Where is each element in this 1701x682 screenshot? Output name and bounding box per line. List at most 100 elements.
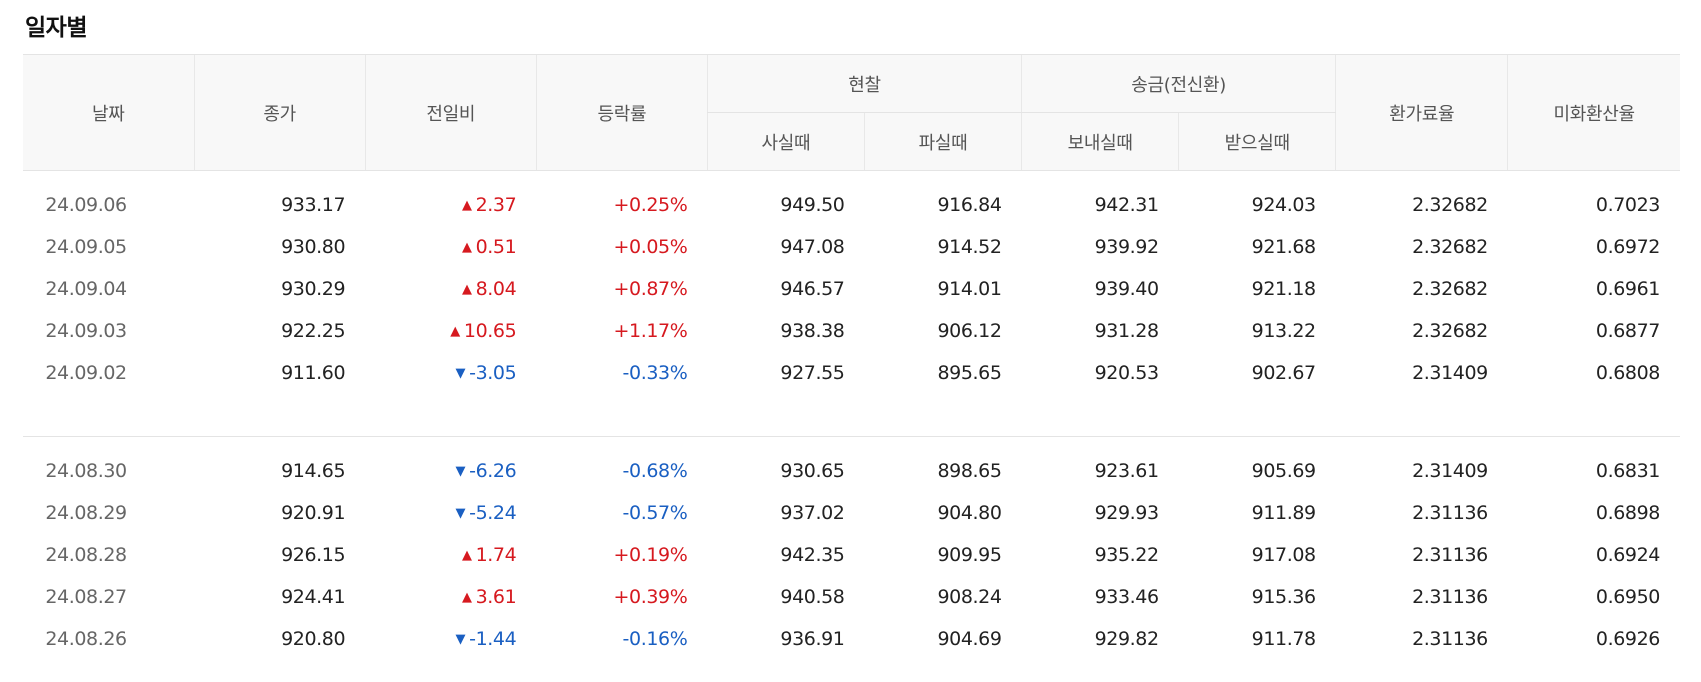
cell-cash-buy: 947.08 <box>780 236 845 258</box>
table-row: 24.09.04 930.29 ▲ 8.04 +0.87% 946.57 914.01 939… <box>23 268 1680 310</box>
group-spacer <box>23 171 1680 185</box>
cell-close: 914.65 <box>281 460 346 482</box>
cell-cash-sell: 904.69 <box>937 628 1002 650</box>
triangle-up-icon: ▲ <box>450 324 460 339</box>
cell-change: ▲ 10.65 <box>365 310 536 352</box>
cell-change: ▼ -1.44 <box>365 618 536 660</box>
cell-cash-sell: 908.24 <box>937 586 1002 608</box>
cell-date: 24.08.30 <box>45 460 127 482</box>
triangle-up-icon: ▲ <box>461 282 472 297</box>
cell-cash-buy: 936.91 <box>780 628 845 650</box>
cell-fee-rate: 2.31136 <box>1412 502 1488 524</box>
cell-cash-sell: 904.80 <box>937 502 1002 524</box>
cell-usd-rate: 0.7023 <box>1595 194 1660 216</box>
cell-wire-recv: 924.03 <box>1251 194 1316 216</box>
cell-cash-buy: 930.65 <box>780 460 845 482</box>
group-gap <box>23 394 1680 415</box>
header-cash: 현찰 <box>706 54 1022 113</box>
table-row: 24.09.03 922.25 ▲ 10.65 +1.17% 938.38 906.12 93… <box>23 310 1680 352</box>
cell-fee-rate: 2.31409 <box>1412 362 1488 384</box>
cell-date: 24.09.06 <box>45 194 127 216</box>
cell-change: ▲ 8.04 <box>365 268 536 310</box>
cell-change: ▼ -3.05 <box>365 352 536 394</box>
table-row: 24.08.29 920.91 ▼ -5.24 -0.57% 937.02 904.80 92… <box>23 492 1680 534</box>
cell-usd-rate: 0.6898 <box>1595 502 1660 524</box>
header-cash-buy: 사실때 <box>706 112 865 171</box>
cell-wire-recv: 902.67 <box>1251 362 1316 384</box>
cell-wire-send: 942.31 <box>1094 194 1159 216</box>
change-value: 10.65 <box>463 320 517 342</box>
cell-wire-send: 935.22 <box>1094 544 1159 566</box>
table-row: 24.08.27 924.41 ▲ 3.61 +0.39% 940.58 908.24 933… <box>23 576 1680 618</box>
cell-close: 926.15 <box>281 544 346 566</box>
cell-change: ▼ -6.26 <box>365 450 536 492</box>
cell-date: 24.09.02 <box>45 362 127 384</box>
cell-close: 933.17 <box>281 194 346 216</box>
cell-pct: -0.16% <box>622 628 688 650</box>
triangle-up-icon: ▲ <box>461 590 472 605</box>
cell-wire-recv: 921.68 <box>1251 236 1316 258</box>
cell-date: 24.08.28 <box>45 544 127 566</box>
table-row: 24.08.26 920.80 ▼ -1.44 -0.16% 936.91 904.69 92… <box>23 618 1680 660</box>
cell-close: 911.60 <box>281 362 346 384</box>
header-change: 전일비 <box>364 54 537 171</box>
change-value: -6.26 <box>469 460 517 482</box>
cell-wire-recv: 917.08 <box>1251 544 1316 566</box>
group-gap <box>23 660 1680 681</box>
header-wire-recv: 받으실때 <box>1178 112 1336 171</box>
triangle-up-icon: ▲ <box>461 548 472 563</box>
change-value: 8.04 <box>475 278 517 300</box>
change-value: 0.51 <box>475 236 517 258</box>
cell-date: 24.09.04 <box>45 278 127 300</box>
cell-date: 24.08.27 <box>45 586 127 608</box>
change-value: -1.44 <box>469 628 517 650</box>
cell-cash-buy: 937.02 <box>780 502 845 524</box>
cell-pct: -0.33% <box>622 362 688 384</box>
cell-cash-sell: 914.52 <box>937 236 1002 258</box>
cell-cash-sell: 914.01 <box>937 278 1002 300</box>
daily-rates-table: 날짜 종가 전일비 등락률 현찰 송금(전신환) 환가료율 미화환산율 사실때 … <box>23 54 1680 681</box>
cell-date: 24.08.26 <box>45 628 127 650</box>
cell-wire-send: 939.40 <box>1094 278 1159 300</box>
table-header: 날짜 종가 전일비 등락률 현찰 송금(전신환) 환가료율 미화환산율 사실때 … <box>23 54 1680 171</box>
table-body: 24.09.06 933.17 ▲ 2.37 +0.25% 949.50 916.84 942… <box>23 171 1680 682</box>
cell-usd-rate: 0.6924 <box>1595 544 1660 566</box>
change-value: -5.24 <box>469 502 517 524</box>
cell-cash-buy: 946.57 <box>780 278 845 300</box>
cell-cash-buy: 927.55 <box>780 362 845 384</box>
table-row: 24.08.30 914.65 ▼ -6.26 -0.68% 930.65 898.65 92… <box>23 450 1680 492</box>
cell-cash-buy: 949.50 <box>780 194 845 216</box>
cell-wire-send: 929.82 <box>1094 628 1159 650</box>
cell-pct: -0.57% <box>622 502 688 524</box>
cell-fee-rate: 2.31409 <box>1412 460 1488 482</box>
cell-wire-recv: 921.18 <box>1251 278 1316 300</box>
cell-cash-buy: 938.38 <box>780 320 845 342</box>
cell-cash-sell: 916.84 <box>937 194 1002 216</box>
cell-fee-rate: 2.31136 <box>1412 586 1488 608</box>
cell-date: 24.09.03 <box>45 320 127 342</box>
group-gap <box>23 415 1680 436</box>
cell-cash-buy: 942.35 <box>780 544 845 566</box>
triangle-down-icon: ▼ <box>455 632 466 647</box>
cell-wire-recv: 905.69 <box>1251 460 1316 482</box>
header-pct: 등락률 <box>535 54 708 171</box>
header-usd-rate: 미화환산율 <box>1507 54 1680 171</box>
cell-pct: +0.25% <box>613 194 688 216</box>
triangle-down-icon: ▼ <box>455 464 466 479</box>
cell-fee-rate: 2.32682 <box>1412 320 1488 342</box>
cell-usd-rate: 0.6961 <box>1595 278 1660 300</box>
cell-pct: +0.05% <box>613 236 688 258</box>
cell-change: ▲ 2.37 <box>365 184 536 226</box>
table-row: 24.09.02 911.60 ▼ -3.05 -0.33% 927.55 895.65 92… <box>23 352 1680 394</box>
group-spacer <box>23 437 1680 451</box>
cell-close: 930.29 <box>281 278 346 300</box>
cell-cash-sell: 895.65 <box>937 362 1002 384</box>
cell-pct: +0.39% <box>613 586 688 608</box>
cell-wire-send: 939.92 <box>1094 236 1159 258</box>
cell-change: ▲ 3.61 <box>365 576 536 618</box>
cell-wire-send: 920.53 <box>1094 362 1159 384</box>
cell-close: 924.41 <box>281 586 346 608</box>
cell-usd-rate: 0.6972 <box>1595 236 1660 258</box>
header-wire: 송금(전신환) <box>1021 54 1336 113</box>
cell-wire-send: 931.28 <box>1094 320 1159 342</box>
